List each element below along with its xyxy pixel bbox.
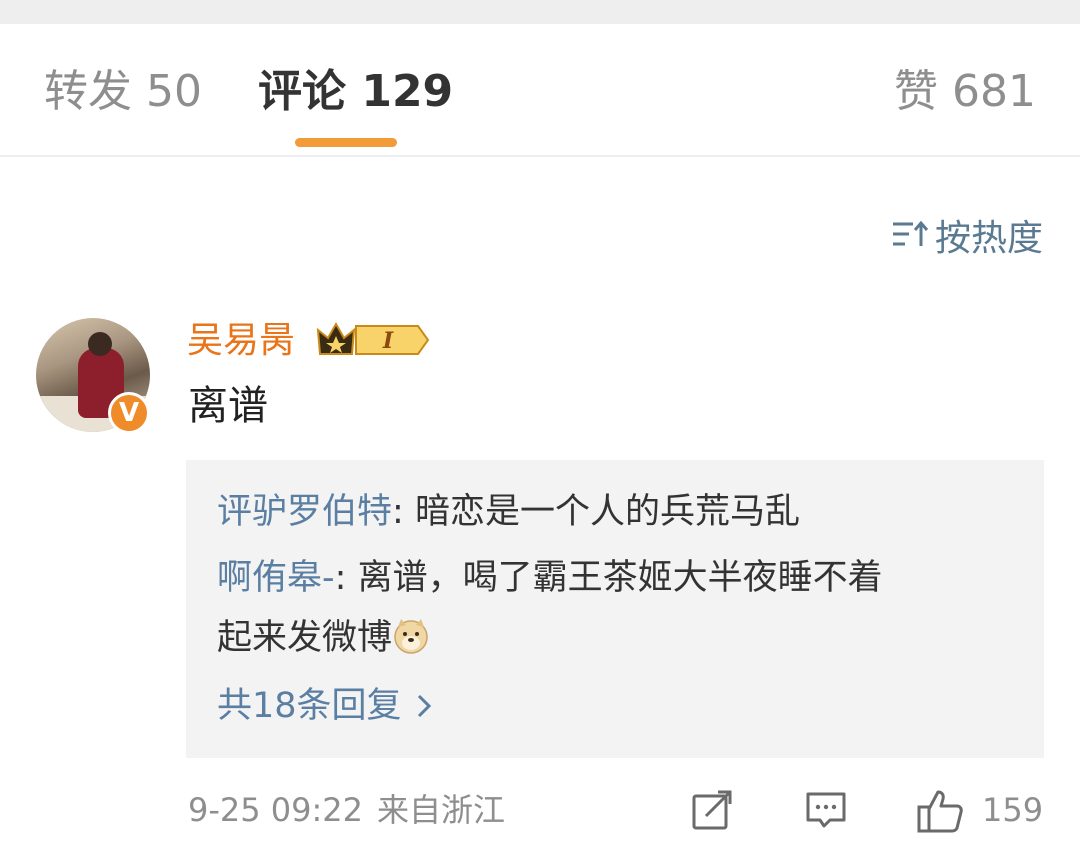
reply-separator: : bbox=[334, 558, 358, 598]
sort-label: 按热度 bbox=[934, 218, 1043, 259]
view-all-replies-link[interactable]: 共18条回复 bbox=[217, 676, 432, 736]
comment-text: 离谱 bbox=[188, 383, 268, 429]
verified-badge-icon: V bbox=[108, 392, 150, 434]
reply-item: 评驴罗伯特: 暗恋是一个人的兵荒马乱 bbox=[217, 482, 1017, 542]
tab-reposts[interactable]: 转发 50 bbox=[44, 66, 202, 118]
sort-icon bbox=[892, 220, 929, 246]
tab-likes-count: 681 bbox=[952, 66, 1036, 117]
tab-reposts-count: 50 bbox=[146, 66, 202, 117]
vip-crown-badge-icon: I bbox=[316, 321, 430, 355]
tab-bar: 转发 50 评论 129 赞 681 bbox=[0, 24, 1080, 157]
comment-icon[interactable] bbox=[804, 788, 848, 832]
active-tab-indicator bbox=[295, 138, 397, 147]
chevron-right-icon bbox=[417, 694, 431, 718]
reply-preview-box[interactable]: 评驴罗伯特: 暗恋是一个人的兵荒马乱 啊侑皋-: 离谱，喝了霸王茶姬大半夜睡不着… bbox=[186, 460, 1044, 758]
sort-button[interactable]: 按热度 bbox=[891, 212, 1043, 259]
like-count: 159 bbox=[982, 791, 1044, 829]
tab-likes-label: 赞 bbox=[894, 66, 939, 117]
reply-item: 啊侑皋-: 离谱，喝了霸王茶姬大半夜睡不着 起来发微博 bbox=[217, 548, 1017, 668]
reply-text-continued: 起来发微博 bbox=[217, 618, 393, 658]
reply-username[interactable]: 评驴罗伯特 bbox=[217, 492, 392, 532]
comment-location: 来自浙江 bbox=[377, 791, 506, 829]
comment-username[interactable]: 吴易昺 bbox=[187, 318, 295, 364]
status-bar bbox=[0, 0, 1080, 24]
comment-date: 9-25 09:22 bbox=[188, 791, 364, 829]
reply-text: 离谱，喝了霸王茶姬大半夜睡不着 bbox=[357, 558, 883, 598]
reply-text: 暗恋是一个人的兵荒马乱 bbox=[414, 492, 800, 532]
tab-comments-label: 评论 bbox=[258, 66, 346, 117]
reply-separator: : bbox=[392, 492, 415, 532]
tab-reposts-label: 转发 bbox=[44, 66, 132, 117]
svg-text:I: I bbox=[382, 328, 394, 354]
tab-comments-count: 129 bbox=[361, 66, 454, 117]
share-icon[interactable] bbox=[690, 788, 734, 832]
tab-likes[interactable]: 赞 681 bbox=[894, 66, 1036, 118]
reply-username[interactable]: 啊侑皋- bbox=[217, 558, 335, 598]
reply-count-label: 共18条回复 bbox=[217, 686, 402, 726]
tab-comments[interactable]: 评论 129 bbox=[258, 66, 453, 118]
like-icon[interactable] bbox=[916, 788, 964, 834]
doge-emoji-icon bbox=[394, 619, 428, 654]
comment-meta: 9-25 09:22 来自浙江 bbox=[188, 784, 505, 836]
